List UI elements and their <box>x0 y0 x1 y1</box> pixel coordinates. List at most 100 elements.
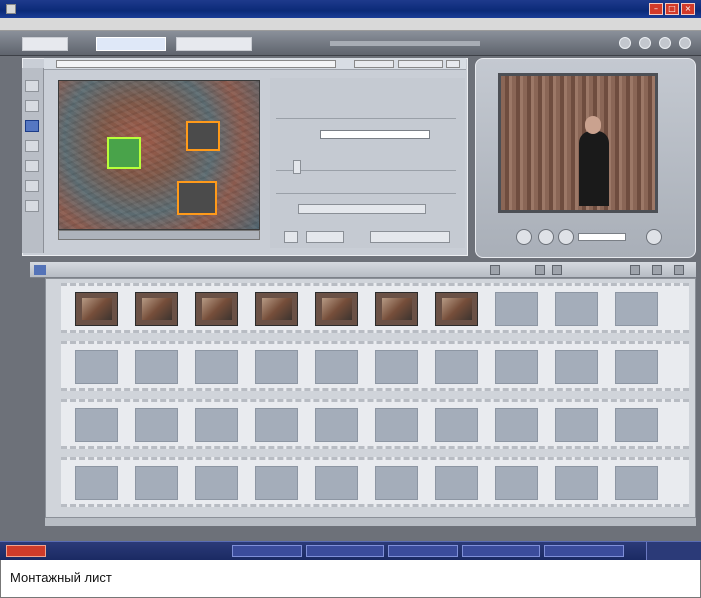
empty-clip-slot[interactable] <box>375 408 418 442</box>
zoom-combo[interactable] <box>354 60 394 68</box>
mode-tab-3[interactable] <box>176 37 252 51</box>
effects-icon[interactable] <box>25 140 39 152</box>
empty-clip-slot[interactable] <box>195 350 238 384</box>
empty-clip-slot[interactable] <box>135 408 178 442</box>
empty-clip-slot[interactable] <box>555 350 598 384</box>
help-icon[interactable] <box>619 37 631 49</box>
empty-clip-slot[interactable] <box>255 350 298 384</box>
menu-background-map <box>58 80 260 230</box>
task-item[interactable] <box>544 545 624 557</box>
video-clip-thumbnail[interactable] <box>435 292 478 326</box>
view-combo[interactable] <box>398 60 443 68</box>
timeline-icon[interactable] <box>652 265 662 275</box>
video-clip-thumbnail[interactable] <box>195 292 238 326</box>
select-icon[interactable] <box>25 80 39 92</box>
text-field[interactable] <box>320 130 430 139</box>
empty-clip-slot[interactable] <box>75 466 118 500</box>
empty-clip-slot[interactable] <box>435 408 478 442</box>
empty-clip-slot[interactable] <box>255 466 298 500</box>
menu-thumbnail[interactable] <box>177 181 217 215</box>
mode-tab-1[interactable] <box>22 37 68 51</box>
text-icon[interactable] <box>25 180 39 192</box>
mode-bar <box>0 31 701 56</box>
trash-icon[interactable] <box>552 265 562 275</box>
task-item[interactable] <box>306 545 384 557</box>
empty-clip-slot[interactable] <box>615 350 658 384</box>
camera-icon[interactable] <box>679 37 691 49</box>
video-clip-thumbnail[interactable] <box>255 292 298 326</box>
empty-clip-slot[interactable] <box>555 292 598 326</box>
empty-clip-slot[interactable] <box>495 466 538 500</box>
empty-clip-slot[interactable] <box>555 466 598 500</box>
empty-clip-slot[interactable] <box>255 408 298 442</box>
empty-clip-slot[interactable] <box>195 466 238 500</box>
apply-button[interactable] <box>298 204 426 214</box>
empty-clip-slot[interactable] <box>435 350 478 384</box>
task-item[interactable] <box>232 545 302 557</box>
properties-panel <box>270 78 465 248</box>
path-field[interactable] <box>56 60 336 68</box>
empty-clip-slot[interactable] <box>495 408 538 442</box>
video-clip-thumbnail[interactable] <box>375 292 418 326</box>
empty-clip-slot[interactable] <box>495 350 538 384</box>
filmstrip-row <box>61 341 689 391</box>
split-icon[interactable] <box>25 200 39 212</box>
info-icon[interactable] <box>659 37 671 49</box>
empty-clip-slot[interactable] <box>315 466 358 500</box>
storyboard-view-icon[interactable] <box>34 265 46 275</box>
preview-monitor <box>475 58 696 258</box>
maximize-button[interactable]: □ <box>665 3 679 15</box>
empty-clip-slot[interactable] <box>135 466 178 500</box>
task-item[interactable] <box>388 545 458 557</box>
close-button[interactable]: × <box>681 3 695 15</box>
burn-button[interactable] <box>370 231 450 243</box>
empty-clip-slot[interactable] <box>615 292 658 326</box>
storyboard-icon[interactable] <box>630 265 640 275</box>
screenshot: – □ × <box>0 0 701 560</box>
menu-thumbnail-active[interactable] <box>107 137 141 169</box>
play-button[interactable] <box>284 231 298 243</box>
empty-clip-slot[interactable] <box>495 292 538 326</box>
chart-icon[interactable] <box>535 265 545 275</box>
empty-clip-slot[interactable] <box>315 350 358 384</box>
empty-clip-slot[interactable] <box>315 408 358 442</box>
video-clip-thumbnail[interactable] <box>135 292 178 326</box>
menu-thumbnail[interactable] <box>186 121 220 151</box>
menu-bar <box>0 18 701 31</box>
cut-icon[interactable] <box>490 265 500 275</box>
empty-clip-slot[interactable] <box>75 408 118 442</box>
empty-clip-slot[interactable] <box>75 350 118 384</box>
divider <box>276 170 456 171</box>
empty-clip-slot[interactable] <box>615 408 658 442</box>
settings-icon[interactable] <box>639 37 651 49</box>
empty-clip-slot[interactable] <box>615 466 658 500</box>
empty-clip-slot[interactable] <box>555 408 598 442</box>
trim-icon[interactable] <box>25 100 39 112</box>
next-frame-icon[interactable] <box>558 229 574 245</box>
storyboard-scrollbar[interactable] <box>45 518 696 526</box>
mode-tab-2[interactable] <box>96 37 166 51</box>
start-button[interactable] <box>6 545 46 557</box>
person-face <box>585 116 601 134</box>
empty-clip-slot[interactable] <box>375 466 418 500</box>
thumbnail-checkbox[interactable] <box>293 160 301 174</box>
close-editor-button[interactable] <box>446 60 460 68</box>
video-clip-thumbnail[interactable] <box>315 292 358 326</box>
task-item[interactable] <box>462 545 540 557</box>
preview-screen <box>498 73 658 213</box>
filmstrip-row <box>61 283 689 333</box>
prev-frame-icon[interactable] <box>538 229 554 245</box>
minimize-button[interactable]: – <box>649 3 663 15</box>
play-icon[interactable] <box>516 229 532 245</box>
empty-clip-slot[interactable] <box>375 350 418 384</box>
timecode-field[interactable] <box>578 233 626 241</box>
audio-icon[interactable] <box>25 160 39 172</box>
video-clip-thumbnail[interactable] <box>75 292 118 326</box>
empty-clip-slot[interactable] <box>435 466 478 500</box>
preview-button[interactable] <box>306 231 344 243</box>
volume-icon[interactable] <box>646 229 662 245</box>
pen-icon[interactable] <box>25 120 39 132</box>
empty-clip-slot[interactable] <box>135 350 178 384</box>
empty-clip-slot[interactable] <box>195 408 238 442</box>
audio-track-icon[interactable] <box>674 265 684 275</box>
